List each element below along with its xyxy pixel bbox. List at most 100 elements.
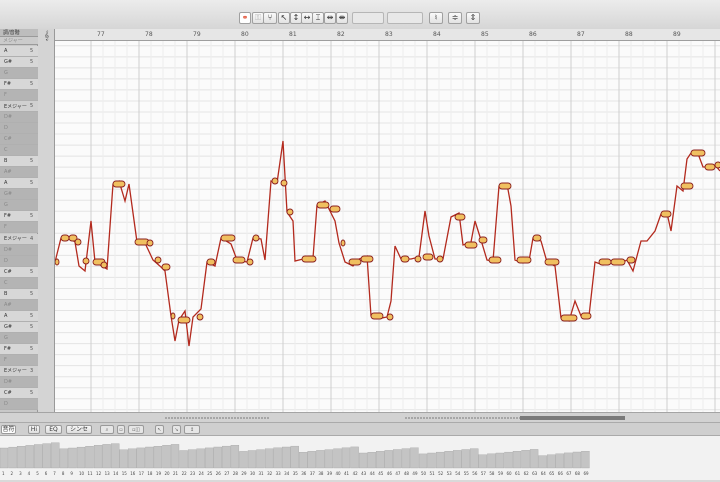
scale-row[interactable]: F — [0, 354, 38, 366]
overview-segment[interactable] — [444, 451, 453, 469]
pitch-macro-button[interactable]: ♮ — [429, 12, 443, 24]
scale-row[interactable]: F# 5 — [0, 211, 38, 223]
zoom-out-button[interactable]: ⌕ — [100, 425, 114, 434]
scale-row[interactable]: A5 — [0, 46, 38, 58]
overview-segment[interactable] — [299, 452, 308, 469]
overview-segment[interactable] — [487, 453, 496, 469]
overview-segment[interactable] — [367, 452, 376, 469]
overview-segment[interactable] — [358, 452, 368, 469]
scale-row[interactable]: A# — [0, 299, 38, 311]
scale-row[interactable]: G — [0, 68, 38, 80]
tool-b-button[interactable]: ↘ — [172, 425, 181, 434]
overview-segment[interactable] — [179, 450, 188, 469]
overview-segment[interactable] — [435, 451, 445, 469]
overview-segment[interactable] — [529, 449, 539, 469]
overview-segment[interactable] — [470, 448, 479, 469]
tab-1[interactable]: Hi — [28, 425, 40, 434]
scale-row[interactable]: D# — [0, 244, 38, 256]
timeline-ruler[interactable]: 77 78 79 80 81 82 83 84 85 86 87 88 89 — [55, 29, 720, 41]
overview-segment[interactable] — [341, 447, 351, 469]
scale-row[interactable]: D — [0, 255, 38, 267]
scale-row[interactable]: G# — [0, 189, 38, 201]
overview-segment[interactable] — [273, 447, 282, 469]
overview-segment[interactable] — [538, 455, 547, 469]
overview-segment[interactable] — [350, 446, 359, 469]
scale-row[interactable]: B5 — [0, 156, 38, 168]
scale-row[interactable]: D# — [0, 376, 38, 388]
overview-segment[interactable] — [264, 448, 274, 469]
overview-segment[interactable] — [93, 445, 103, 469]
scale-row[interactable]: F# 5 — [0, 79, 38, 91]
overview-segment[interactable] — [34, 444, 43, 469]
overview-segment[interactable] — [111, 443, 120, 469]
scale-row[interactable]: D — [0, 398, 38, 410]
scissor-tool-button[interactable]: ⇼ — [336, 12, 348, 24]
scale-row[interactable]: Eメジャー 3 — [0, 365, 38, 377]
scale-row[interactable]: C# 5 — [0, 387, 38, 399]
snap-button[interactable]: ⇕ — [466, 12, 480, 24]
overview-segment[interactable] — [393, 449, 402, 469]
scale-row[interactable]: C — [0, 277, 38, 289]
pointer-button[interactable]: ↖ — [278, 12, 290, 24]
scale-row[interactable]: D — [0, 123, 38, 135]
overview-segment[interactable] — [401, 448, 411, 469]
time-value-field[interactable] — [387, 12, 423, 24]
overview-segment[interactable] — [410, 447, 419, 469]
scale-row[interactable]: B5 — [0, 288, 38, 300]
overview-segment[interactable] — [187, 449, 197, 469]
overview-segment[interactable] — [170, 444, 180, 469]
scale-row[interactable]: G — [0, 200, 38, 212]
horizontal-scroll-bar[interactable] — [0, 412, 720, 422]
tab-3[interactable]: シンセ — [66, 425, 92, 434]
amplitude-tool-button[interactable]: ⌶ — [312, 12, 324, 24]
overview-segment[interactable] — [239, 451, 248, 469]
note-editor-grid[interactable] — [55, 41, 720, 412]
grid-toggle-button[interactable]: ▫ — [117, 425, 125, 434]
scale-row[interactable]: F# 5 — [0, 343, 38, 355]
overview-segment[interactable] — [16, 446, 26, 469]
scale-row[interactable]: C# — [0, 134, 38, 146]
overview-segment[interactable] — [136, 447, 145, 469]
overview-segment[interactable] — [461, 449, 470, 469]
tool-a-button[interactable]: ↖ — [155, 425, 164, 434]
overview-segment[interactable] — [581, 451, 590, 469]
overview-segment[interactable] — [68, 447, 77, 469]
overview-segment[interactable] — [521, 450, 530, 469]
note-editor-canvas[interactable] — [55, 41, 720, 412]
tool-c-button[interactable]: ↕ — [184, 425, 200, 434]
overview-segment[interactable] — [307, 451, 316, 469]
overview-segment[interactable] — [384, 450, 393, 469]
overview-segment[interactable] — [230, 445, 240, 469]
overview-segment[interactable] — [555, 453, 564, 469]
overview-segment[interactable] — [25, 445, 34, 469]
scale-row[interactable]: D# — [0, 112, 38, 124]
overview-segment[interactable] — [153, 446, 163, 469]
overview-segment[interactable] — [213, 446, 222, 469]
overview-segment[interactable] — [162, 445, 171, 469]
overview-segment[interactable] — [376, 451, 385, 469]
overview-segment[interactable] — [85, 446, 94, 469]
overview-segment[interactable] — [478, 454, 487, 469]
overview-segment[interactable] — [290, 445, 299, 469]
overview-segment[interactable] — [196, 448, 205, 469]
overview-segment[interactable] — [427, 452, 436, 469]
separation-tool-button[interactable]: ⇹ — [324, 12, 336, 24]
tab-2[interactable]: EQ — [45, 425, 62, 434]
scale-row[interactable]: C — [0, 145, 38, 157]
overview-segment[interactable] — [512, 451, 522, 469]
overview-segment[interactable] — [256, 449, 265, 469]
overview-segment[interactable] — [222, 445, 231, 469]
overview-segment[interactable] — [145, 446, 154, 469]
overview-segment[interactable] — [572, 451, 582, 469]
scale-row[interactable]: G# 5 — [0, 321, 38, 333]
overview-segment[interactable] — [59, 448, 69, 469]
overview-segment[interactable] — [8, 446, 17, 469]
scale-row[interactable]: F — [0, 222, 38, 234]
scale-row[interactable]: C# 5 — [0, 266, 38, 278]
overview-segment[interactable] — [128, 448, 137, 469]
scale-row[interactable]: A# — [0, 167, 38, 179]
scale-header[interactable]: 調/音階 — [0, 29, 38, 37]
view-toggle-button[interactable]: ▫◫ — [128, 425, 144, 434]
link-button[interactable]: ⚭ — [239, 12, 251, 24]
overview-segment[interactable] — [102, 444, 111, 469]
